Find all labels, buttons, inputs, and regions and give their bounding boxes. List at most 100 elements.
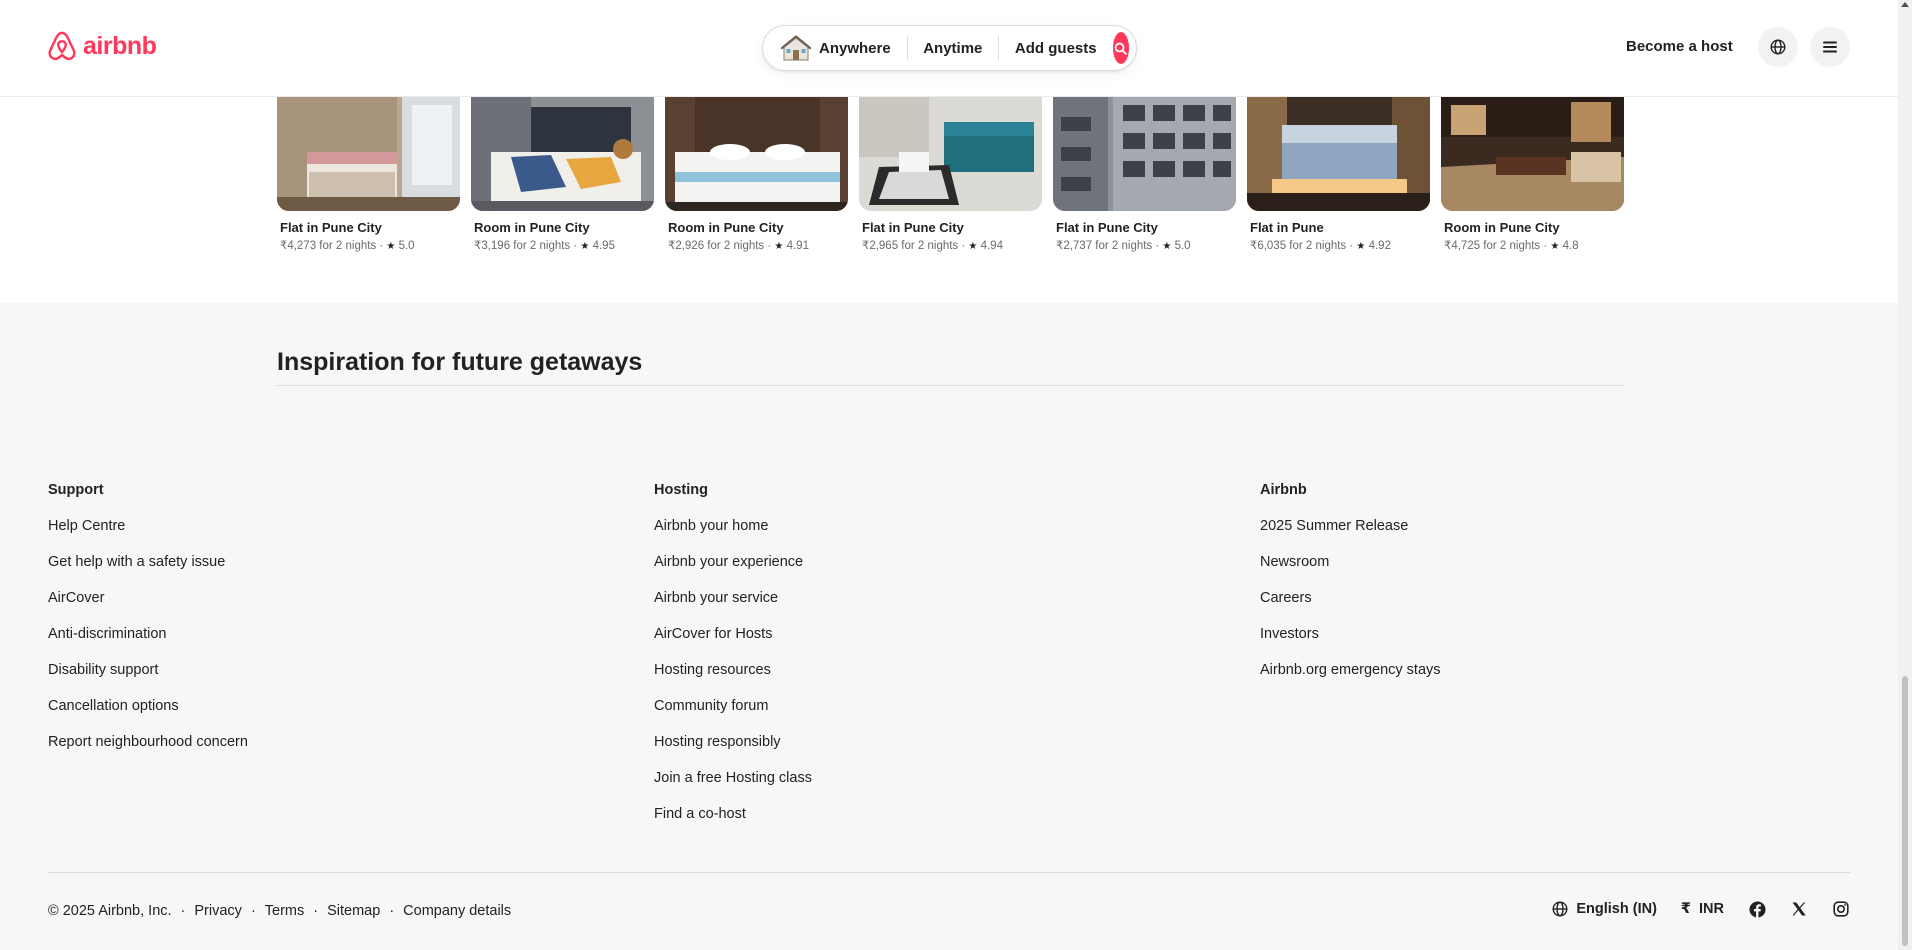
separator-dot: · [313, 903, 319, 919]
listing-rating: 5.0 [398, 240, 415, 252]
top-header: airbnb Anywhere Anytime Add guests Becom… [0, 0, 1898, 97]
listing-price: ₹4,273 for 2 nights [280, 240, 377, 252]
footer-link-hosting-class[interactable]: Join a free Hosting class [654, 769, 812, 805]
listing-photo[interactable] [665, 97, 848, 211]
listing-card[interactable]: Room in Pune City ₹3,196 for 2 nights · … [471, 97, 654, 252]
anywhere-button[interactable]: Anywhere [763, 34, 907, 62]
listing-rating: 4.92 [1368, 240, 1391, 252]
anytime-button[interactable]: Anytime [907, 40, 998, 57]
footer-link-community-forum[interactable]: Community forum [654, 697, 812, 733]
facebook-icon [1748, 900, 1766, 918]
footer-column-hosting: Hosting Airbnb your home Airbnb your exp… [654, 481, 812, 841]
airbnb-logo[interactable]: airbnb [47, 30, 157, 62]
footer-section [0, 303, 1898, 950]
listing-price: ₹3,196 for 2 nights [474, 240, 571, 252]
listing-photo[interactable] [1053, 97, 1236, 211]
footer-link-summer-release[interactable]: 2025 Summer Release [1260, 517, 1441, 553]
listing-card[interactable]: Flat in Pune City ₹2,965 for 2 nights · … [859, 97, 1042, 252]
language-selector[interactable]: English (IN) [1552, 901, 1657, 917]
copyright-text: © 2025 Airbnb, Inc. [48, 903, 172, 919]
search-bar[interactable]: Anywhere Anytime Add guests [762, 25, 1137, 71]
footer-legal: © 2025 Airbnb, Inc. · Privacy · Terms · … [48, 903, 511, 919]
scrollbar-thumb[interactable] [1902, 676, 1908, 946]
footer-link-safety-issue[interactable]: Get help with a safety issue [48, 553, 248, 589]
listing-card[interactable]: Flat in Pune City ₹2,737 for 2 nights · … [1053, 97, 1236, 252]
page-scrollbar[interactable] [1898, 0, 1912, 950]
listing-meta: ₹6,035 for 2 nights · ★ 4.92 [1250, 240, 1391, 252]
footer-link-investors[interactable]: Investors [1260, 625, 1441, 661]
language-button[interactable] [1758, 27, 1798, 67]
scroll-up-arrow-icon[interactable] [1901, 2, 1909, 7]
listings-row: Flat in Pune City ₹4,273 for 2 nights · … [277, 97, 1627, 257]
footer-link-hosting-responsibly[interactable]: Hosting responsibly [654, 733, 812, 769]
anywhere-label: Anywhere [819, 39, 891, 57]
listing-rating: 4.94 [980, 240, 1003, 252]
footer-link-hosting-resources[interactable]: Hosting resources [654, 661, 812, 697]
listing-meta: ₹3,196 for 2 nights · ★ 4.95 [474, 240, 615, 252]
listing-meta: ₹2,965 for 2 nights · ★ 4.94 [862, 240, 1003, 252]
listing-photo[interactable] [277, 97, 460, 211]
facebook-link[interactable] [1748, 900, 1766, 918]
footer-link-cancellation-options[interactable]: Cancellation options [48, 697, 248, 733]
separator-dot: · [180, 903, 186, 919]
globe-icon [1770, 39, 1786, 55]
listing-photo[interactable] [471, 97, 654, 211]
footer-column-airbnb: Airbnb 2025 Summer Release Newsroom Care… [1260, 481, 1441, 697]
footer-link-anti-discrimination[interactable]: Anti-discrimination [48, 625, 248, 661]
listing-card[interactable]: Flat in Pune ₹6,035 for 2 nights · ★ 4.9… [1247, 97, 1430, 252]
listing-photo[interactable] [859, 97, 1042, 211]
listing-meta: ₹4,273 for 2 nights · ★ 5.0 [280, 240, 415, 252]
listing-rating: 4.91 [786, 240, 809, 252]
star-icon: ★ [774, 241, 784, 252]
search-icon [1114, 42, 1128, 55]
add-guests-button[interactable]: Add guests [999, 40, 1113, 57]
listing-photo[interactable] [1441, 97, 1624, 211]
footer-column-title: Hosting [654, 482, 708, 498]
search-button[interactable] [1112, 32, 1129, 64]
listing-title: Flat in Pune City [1056, 220, 1158, 235]
company-details-link[interactable]: Company details [403, 903, 511, 919]
footer-link-airbnb-your-experience[interactable]: Airbnb your experience [654, 553, 812, 589]
instagram-icon [1833, 901, 1849, 917]
x-icon [1792, 902, 1806, 916]
hamburger-menu-icon [1823, 41, 1837, 53]
globe-icon [1552, 901, 1568, 917]
listing-photo[interactable] [1247, 97, 1430, 211]
footer-link-airbnb-your-home[interactable]: Airbnb your home [654, 517, 812, 553]
listing-card[interactable]: Room in Pune City ₹4,725 for 2 nights · … [1441, 97, 1624, 252]
language-label: English (IN) [1576, 901, 1657, 917]
listing-title: Flat in Pune [1250, 220, 1324, 235]
currency-selector[interactable]: ₹ INR [1681, 901, 1724, 917]
footer-link-airbnb-your-service[interactable]: Airbnb your service [654, 589, 812, 625]
star-icon: ★ [1550, 241, 1560, 252]
footer-link-aircover[interactable]: AirCover [48, 589, 248, 625]
listing-meta: ₹2,737 for 2 nights · ★ 5.0 [1056, 240, 1191, 252]
house-icon [781, 35, 811, 61]
footer-link-disability-support[interactable]: Disability support [48, 661, 248, 697]
star-icon: ★ [1356, 241, 1366, 252]
star-icon: ★ [968, 241, 978, 252]
privacy-link[interactable]: Privacy [194, 903, 242, 919]
footer-link-find-co-host[interactable]: Find a co-host [654, 805, 812, 841]
main-menu-button[interactable] [1810, 27, 1850, 67]
instagram-link[interactable] [1832, 900, 1850, 918]
sitemap-link[interactable]: Sitemap [327, 903, 380, 919]
footer-link-newsroom[interactable]: Newsroom [1260, 553, 1441, 589]
footer-link-help-centre[interactable]: Help Centre [48, 517, 248, 553]
terms-link[interactable]: Terms [265, 903, 304, 919]
footer-divider [48, 872, 1850, 873]
star-icon: ★ [386, 241, 396, 252]
listing-card[interactable]: Flat in Pune City ₹4,273 for 2 nights · … [277, 97, 460, 252]
currency-symbol: ₹ [1680, 901, 1692, 917]
become-a-host-link[interactable]: Become a host [1626, 38, 1733, 55]
footer-link-emergency-stays[interactable]: Airbnb.org emergency stays [1260, 661, 1441, 697]
footer-settings: English (IN) ₹ INR [1552, 900, 1850, 918]
listing-rating: 5.0 [1174, 240, 1191, 252]
x-link[interactable] [1790, 900, 1808, 918]
logo-text: airbnb [83, 31, 157, 60]
footer-link-careers[interactable]: Careers [1260, 589, 1441, 625]
listing-card[interactable]: Room in Pune City ₹2,926 for 2 nights · … [665, 97, 848, 252]
listing-price: ₹2,965 for 2 nights [862, 240, 959, 252]
footer-link-aircover-for-hosts[interactable]: AirCover for Hosts [654, 625, 812, 661]
footer-link-report-concern[interactable]: Report neighbourhood concern [48, 733, 248, 769]
